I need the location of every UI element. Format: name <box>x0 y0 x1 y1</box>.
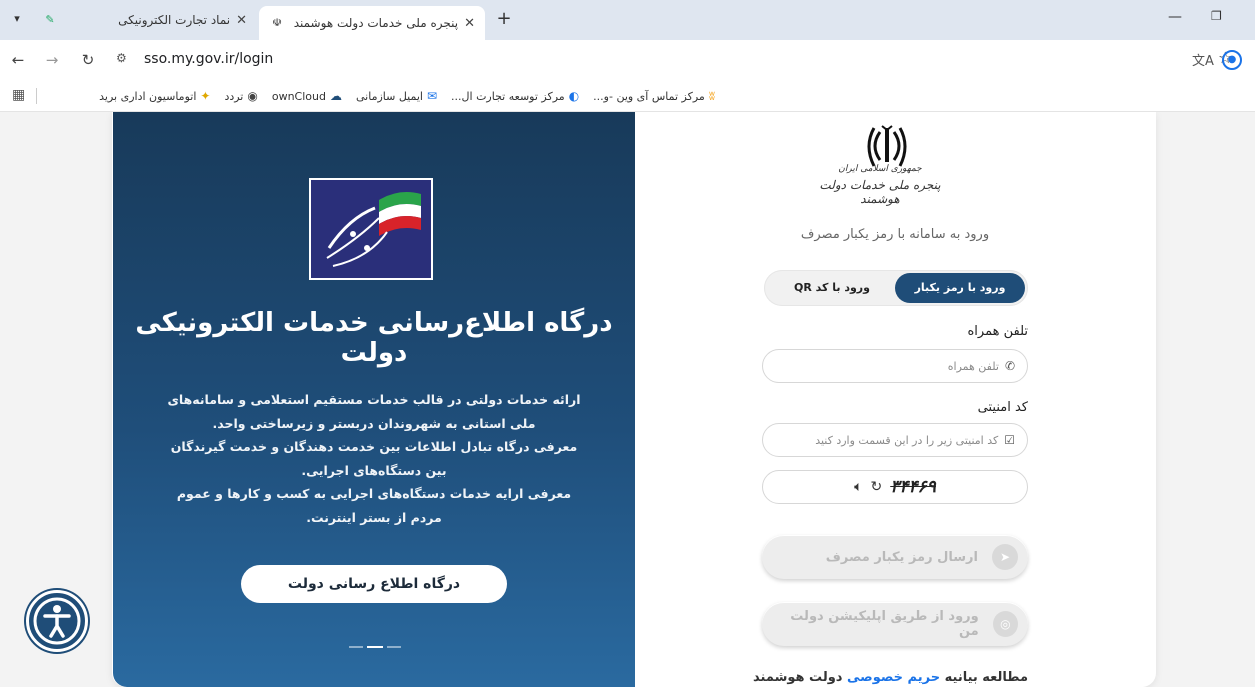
globe-icon: ◉ <box>247 89 258 103</box>
app-login-label: ورود از طریق اپلیکیشن دولت من <box>790 609 979 639</box>
page-body: درگاه اطلاع‌رسانی خدمات الکترونیکی دولت … <box>0 112 1255 687</box>
close-tab-icon[interactable]: ✕ <box>236 13 247 28</box>
tab-title: پنجره ملی خدمات دولت هوشمند <box>293 16 459 30</box>
bookmark-dots-icon: ʬ <box>708 89 715 103</box>
login-method-toggle: ورود با رمز یکبار مصرف ورود با کد QR <box>764 270 1028 324</box>
captcha-box: 🔈︎ ↻ ۳۴۴۶۹ <box>762 470 1028 504</box>
speaker-icon[interactable]: 🔈︎ <box>854 479 862 495</box>
profile-avatar-icon[interactable]: ● <box>1222 50 1242 70</box>
url-text: sso.my.gov.ir/login <box>144 51 274 67</box>
promo-panel: درگاه اطلاع‌رسانی خدمات الکترونیکی دولت … <box>113 112 635 687</box>
globe-icon: ◐ <box>568 89 580 103</box>
bookmark-item[interactable]: ☁ ownCloud <box>272 89 342 103</box>
browser-toolbar: ← → ↻ ⚙ sso.my.gov.ir/login 文A ☆ ● <box>0 40 1255 80</box>
logo-portal-text: پنجره ملی خدمات دولت هوشمند <box>819 178 941 206</box>
new-tab-button[interactable]: + <box>492 8 516 32</box>
tab-active[interactable]: ✕ پنجره ملی خدمات دولت هوشمند ☫ <box>259 6 485 40</box>
tab-otp-login[interactable]: ورود با رمز یکبار مصرف <box>895 273 1025 324</box>
minimize-icon[interactable]: — <box>1168 9 1182 25</box>
send-arrow-icon: ➤ <box>992 544 1018 570</box>
translate-icon[interactable]: 文A <box>1192 50 1214 69</box>
refresh-icon[interactable]: ↻ <box>871 479 883 495</box>
apps-grid-icon[interactable]: ▦ <box>12 87 25 103</box>
bookmark-item[interactable]: ✉ ایمیل سازمانی <box>356 89 437 103</box>
tab-search-chevron-icon[interactable]: ▾ <box>6 8 28 30</box>
bookmark-separator <box>36 88 37 104</box>
carousel-dot[interactable] <box>349 646 363 648</box>
forward-arrow-icon[interactable]: → <box>42 50 62 70</box>
mail-icon: ✉ <box>426 89 438 103</box>
phone-icon: ✆ <box>1004 359 1015 373</box>
bookmarks-bar: ▦ ʬ مرکز تماس آی وین -و... ◐ مرکز توسعه تج… <box>0 80 1255 112</box>
promo-title: درگاه اطلاع‌رسانی خدمات الکترونیکی دولت <box>135 308 613 368</box>
captcha-label: کد امنیتی <box>977 400 1028 415</box>
send-otp-button[interactable]: ➤ ارسال رمز یکبار مصرف <box>762 535 1028 579</box>
send-otp-label: ارسال رمز یکبار مصرف <box>825 549 978 565</box>
tab-title: نماد تجارت الکترونیکی <box>118 13 231 27</box>
close-tab-icon[interactable]: ✕ <box>464 16 475 31</box>
bookmark-list: ʬ مرکز تماس آی وین -و... ◐ مرکز توسعه تجار… <box>99 80 715 112</box>
cloud-icon: ☁ <box>329 89 342 103</box>
captcha-image-code: ۳۴۴۶۹ <box>890 477 936 497</box>
checkbox-square-icon: ☑ <box>1004 433 1015 447</box>
logo-country-text: جمهوری اسلامی ایران <box>838 164 922 174</box>
carousel-dot-active[interactable] <box>367 646 383 648</box>
carousel-indicators <box>349 646 401 648</box>
restore-window-icon[interactable]: ❐ <box>1211 9 1222 23</box>
phone-placeholder: تلفن همراه <box>947 359 999 373</box>
captcha-placeholder: کد امنیتی زیر را در این قسمت وارد کنید <box>815 433 999 447</box>
privacy-link[interactable]: حریم خصوصی <box>847 670 940 685</box>
tab-strip: ▾ ✕ نماد تجارت الکترونیکی ✎ ✕ پنجره ملی … <box>0 0 1255 40</box>
ministry-ict-logo <box>309 178 433 280</box>
back-arrow-icon[interactable]: ← <box>8 50 28 70</box>
gov-portal-button[interactable]: درگاه اطلاع رسانی دولت <box>241 565 507 603</box>
reload-icon[interactable]: ↻ <box>78 50 98 70</box>
tab-qr-login[interactable]: ورود با کد QR <box>767 273 897 303</box>
star-icon: ✦ <box>200 89 211 103</box>
app-login-button[interactable]: ◎ ورود از طریق اپلیکیشن دولت من <box>762 602 1028 646</box>
enamad-favicon-icon: ✎ <box>45 13 55 26</box>
login-subtitle: ورود به سامانه با رمز یکبار مصرف <box>800 227 990 242</box>
bookmark-item[interactable]: ◐ مرکز توسعه تجارت ال... <box>451 89 579 103</box>
bookmark-item[interactable]: ◉ تردد <box>224 89 257 103</box>
privacy-statement: مطالعه بیانیه حریم خصوصی دولت هوشمند <box>753 670 1028 685</box>
tab-inactive[interactable]: ✕ نماد تجارت الکترونیکی ✎ <box>32 6 257 34</box>
phone-input[interactable]: ✆ تلفن همراه <box>762 349 1028 383</box>
accessibility-button[interactable] <box>26 590 88 652</box>
fingerprint-icon: ◎ <box>992 611 1018 637</box>
bookmark-item[interactable]: ✦ اتوماسیون اداری برید <box>99 89 210 103</box>
bookmark-item[interactable]: ʬ مرکز تماس آی وین -و... <box>593 89 715 103</box>
accessibility-person-icon <box>33 597 81 645</box>
phone-label: تلفن همراه <box>967 324 1029 339</box>
promo-description: ارائه خدمات دولتی در قالب خدمات مستقیم ا… <box>167 392 581 525</box>
emblem-favicon-icon: ☫ <box>272 16 282 29</box>
carousel-dot[interactable] <box>387 646 401 648</box>
site-settings-icon[interactable]: ⚙ <box>116 51 127 65</box>
address-bar[interactable]: ⚙ sso.my.gov.ir/login 文A ☆ <box>112 46 1242 74</box>
captcha-input[interactable]: ☑ کد امنیتی زیر را در این قسمت وارد کنید <box>762 423 1028 457</box>
